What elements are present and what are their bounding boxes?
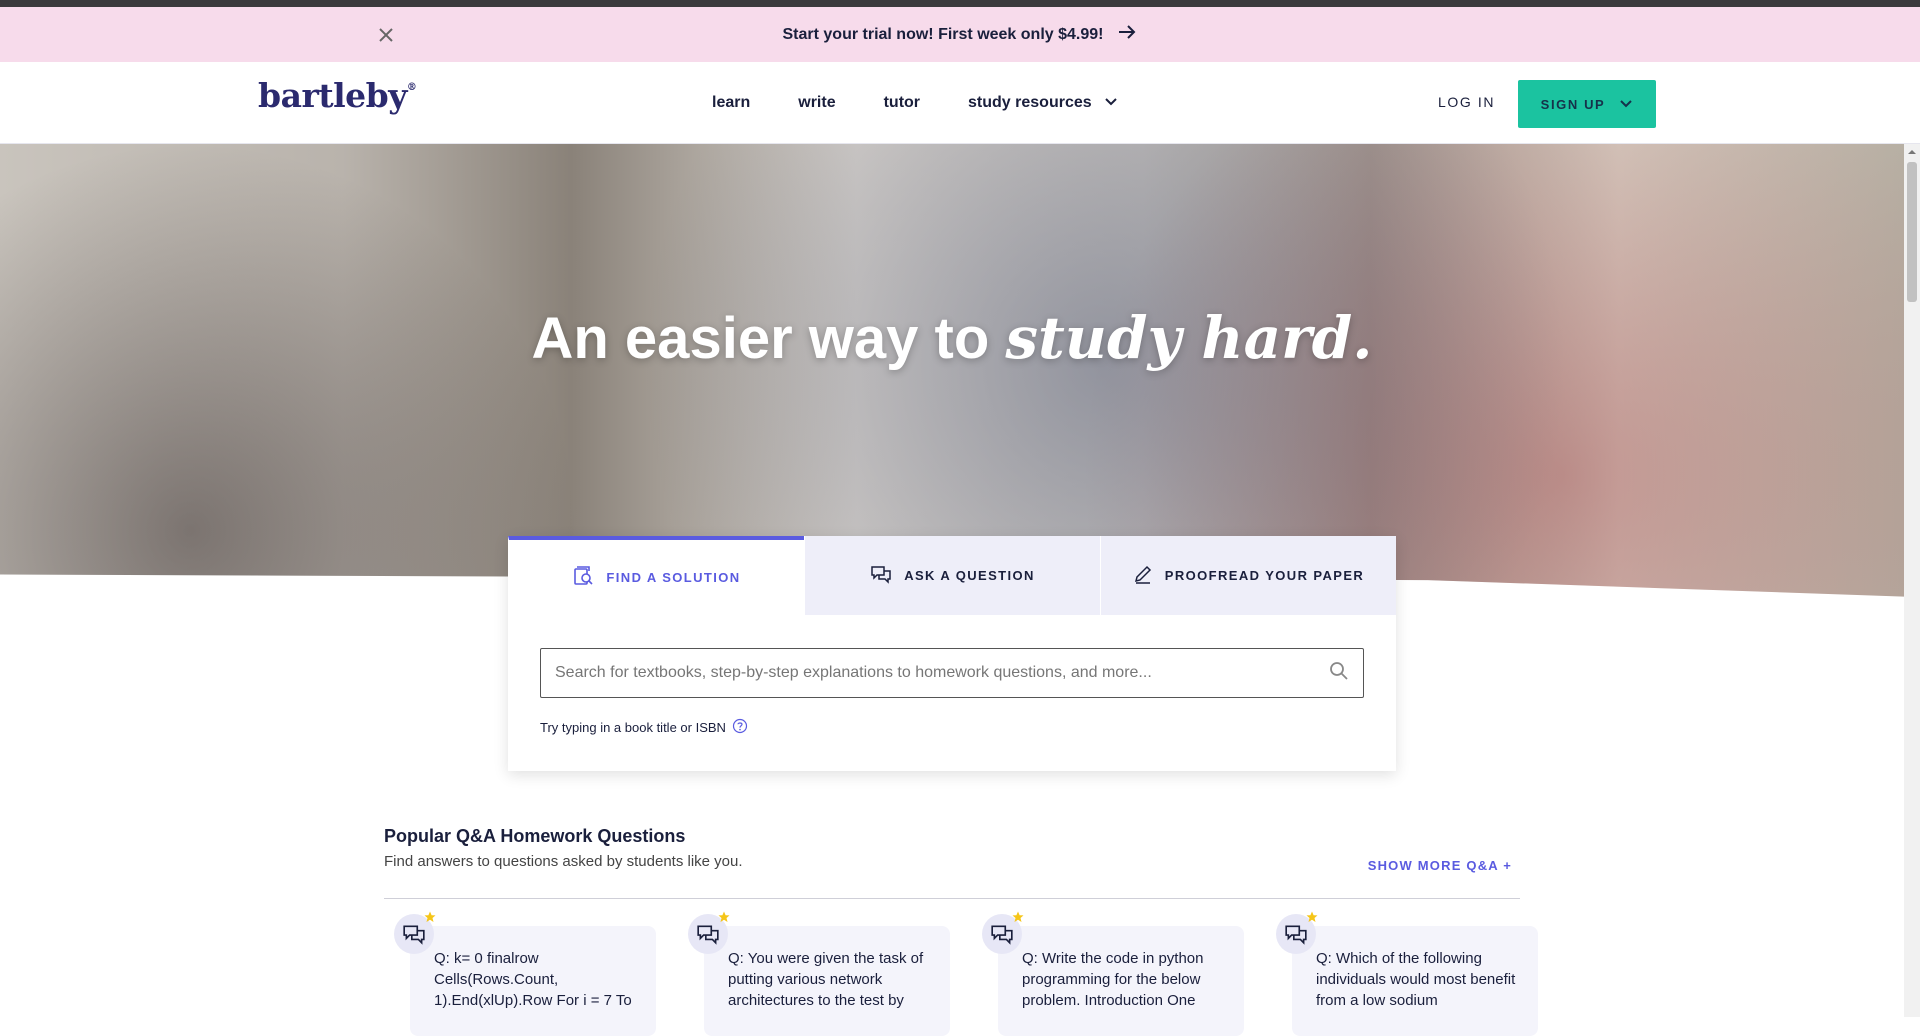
tab-proofread[interactable]: PROOFREAD YOUR PAPER (1100, 536, 1396, 615)
login-link[interactable]: LOG IN (1438, 94, 1495, 110)
show-more-qa-link[interactable]: SHOW MORE Q&A + (1368, 858, 1512, 873)
scroll-up-arrow-icon[interactable] (1904, 144, 1920, 160)
page-scrollbar[interactable] (1904, 144, 1920, 1017)
search-box (540, 648, 1364, 698)
signup-button[interactable]: SIGN UP (1518, 80, 1656, 128)
search-hint: Try typing in a book title or ISBN (540, 718, 748, 737)
help-icon[interactable] (732, 718, 748, 737)
qa-card-question: Q: Write the code in python programming … (998, 926, 1244, 1036)
search-tabs: FIND A SOLUTION ASK A QUESTION PROOFREAD… (508, 536, 1396, 615)
arrow-right-icon (1117, 23, 1137, 46)
tab-find-solution[interactable]: FIND A SOLUTION (508, 536, 804, 615)
find-solution-icon (572, 565, 594, 590)
promo-text: Start your trial now! First week only $4… (782, 25, 1104, 43)
qa-card-list: Q: k= 0 finalrow Cells(Rows.Count, 1).En… (384, 911, 1538, 1036)
star-icon (1306, 910, 1318, 928)
search-card: FIND A SOLUTION ASK A QUESTION PROOFREAD… (508, 536, 1396, 771)
nav-write[interactable]: write (798, 94, 835, 112)
chat-bubbles-icon (394, 911, 436, 954)
search-input[interactable] (555, 664, 1329, 682)
tab-ask-question[interactable]: ASK A QUESTION (804, 536, 1100, 615)
qa-card[interactable]: Q: k= 0 finalrow Cells(Rows.Count, 1).En… (384, 911, 656, 1036)
chat-bubbles-icon (870, 564, 892, 587)
signup-label: SIGN UP (1540, 96, 1606, 112)
site-header: bartleby® learn write tutor study resour… (0, 62, 1920, 144)
chevron-down-icon (1104, 94, 1118, 112)
qa-card[interactable]: Q: Write the code in python programming … (972, 911, 1244, 1036)
chat-bubbles-icon (1276, 911, 1318, 954)
chevron-down-icon (1619, 97, 1633, 112)
nav-tutor[interactable]: tutor (884, 94, 920, 112)
qa-subtitle: Find answers to questions asked by stude… (384, 853, 743, 870)
pencil-icon (1133, 564, 1153, 587)
star-icon (1012, 910, 1024, 928)
qa-card-question: Q: You were given the task of putting va… (704, 926, 950, 1036)
search-hint-text: Try typing in a book title or ISBN (540, 720, 726, 735)
star-icon (718, 910, 730, 928)
popular-qa-section: Popular Q&A Homework Questions Find answ… (384, 826, 1538, 1036)
nav-study-resources[interactable]: study resources (968, 94, 1118, 112)
scroll-thumb[interactable] (1907, 162, 1917, 302)
tab-label: ASK A QUESTION (904, 568, 1035, 583)
promo-link[interactable]: Start your trial now! First week only $4… (783, 23, 1138, 46)
qa-card-question: Q: Which of the following individuals wo… (1292, 926, 1538, 1036)
logo[interactable]: bartleby® (258, 76, 417, 115)
browser-top-strip (0, 0, 1920, 7)
main-nav: learn write tutor study resources (712, 62, 1166, 144)
qa-card[interactable]: Q: Which of the following individuals wo… (1266, 911, 1538, 1036)
hero-title: An easier way to study hard. (531, 304, 1373, 372)
promo-banner: Start your trial now! First week only $4… (0, 7, 1920, 62)
chat-bubbles-icon (982, 911, 1024, 954)
qa-title: Popular Q&A Homework Questions (384, 826, 686, 846)
qa-card-question: Q: k= 0 finalrow Cells(Rows.Count, 1).En… (410, 926, 656, 1036)
nav-learn[interactable]: learn (712, 94, 750, 112)
chat-bubbles-icon (688, 911, 730, 954)
close-icon[interactable] (374, 23, 398, 47)
search-icon[interactable] (1329, 661, 1349, 686)
tab-label: FIND A SOLUTION (606, 570, 741, 585)
divider (384, 898, 1520, 899)
tab-label: PROOFREAD YOUR PAPER (1164, 568, 1365, 583)
qa-card[interactable]: Q: You were given the task of putting va… (678, 911, 950, 1036)
star-icon (424, 910, 436, 928)
